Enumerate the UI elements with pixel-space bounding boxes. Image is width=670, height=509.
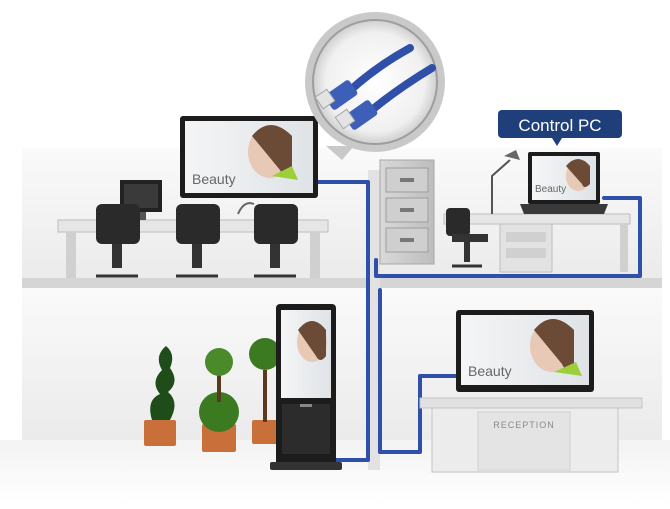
laptop-screen-caption: Beauty [535,184,566,195]
reception-desk [419,397,643,473]
control-pc-laptop: Beauty [520,152,608,214]
file-cabinet [379,159,435,265]
upper-floor-slab [22,278,662,288]
office-display-caption: Beauty [192,171,236,187]
control-pc-label: Control PC [518,116,601,135]
network-illustration: Beauty Beauty Control PC Beauty RECEPTIO… [0,0,670,504]
reception-display-caption: Beauty [468,363,512,379]
reception-display: Beauty [456,310,594,392]
office-display: Beauty [180,116,318,198]
kiosk-display [270,304,342,470]
network-diagram: Beauty Beauty Control PC Beauty RECEPTIO… [0,0,670,504]
reception-label: RECEPTION [493,420,555,430]
